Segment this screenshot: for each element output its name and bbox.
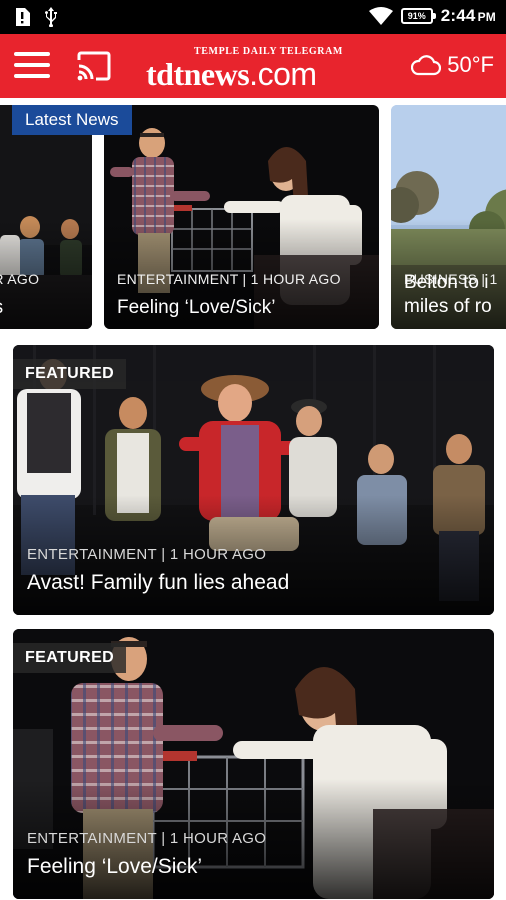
battery-icon: 91% [400,8,436,24]
cloud-icon [411,54,442,76]
wifi-icon [368,7,393,25]
news-card[interactable]: UR AGO es [0,105,92,329]
site-logo[interactable]: TEMPLE DAILY TELEGRAM tdtnews.com [146,42,362,92]
news-card[interactable]: ENTERTAINMENT | 1 HOUR AGO Feeling ‘Love… [104,105,379,329]
card-headline: Feeling ‘Love/Sick’ [117,297,276,318]
alert-icon [14,8,30,26]
featured-badge: FEATURED [13,643,127,673]
featured-headline: Feeling ‘Love/Sick’ [27,855,203,878]
featured-story[interactable]: FEATURED ENTERTAINMENT | 1 HOUR AGO Feel… [13,629,494,899]
latest-news-badge: Latest News [12,105,132,135]
menu-icon[interactable] [14,52,50,80]
news-card[interactable]: BUSINESS | 1 Belton to i miles of ro [391,105,506,329]
app-header: TEMPLE DAILY TELEGRAM tdtnews.com 50°F [0,34,506,98]
status-clock: 2:44 PM [440,6,496,25]
featured-meta: ENTERTAINMENT | 1 HOUR AGO [27,546,267,563]
card-meta: UR AGO [0,271,40,287]
cast-icon[interactable] [76,50,112,82]
featured-meta: ENTERTAINMENT | 1 HOUR AGO [27,830,267,847]
featured-headline: Avast! Family fun lies ahead [27,571,290,594]
card-headline: es [0,297,3,319]
usb-icon [44,7,58,27]
featured-story[interactable]: FEATURED ENTERTAINMENT | 1 HOUR AGO Avas… [13,345,494,615]
logo-wordmark: tdtnews.com [146,56,317,92]
featured-badge: FEATURED [13,359,127,389]
card-headline: Belton to i miles of ro [404,272,492,317]
weather-widget[interactable]: 50°F [411,52,494,78]
card-meta: ENTERTAINMENT | 1 HOUR AGO [117,271,341,287]
latest-news-carousel[interactable]: UR AGO es [0,105,506,329]
status-bar: 91% 2:44 PM [0,0,506,34]
weather-temp: 50°F [447,52,494,77]
